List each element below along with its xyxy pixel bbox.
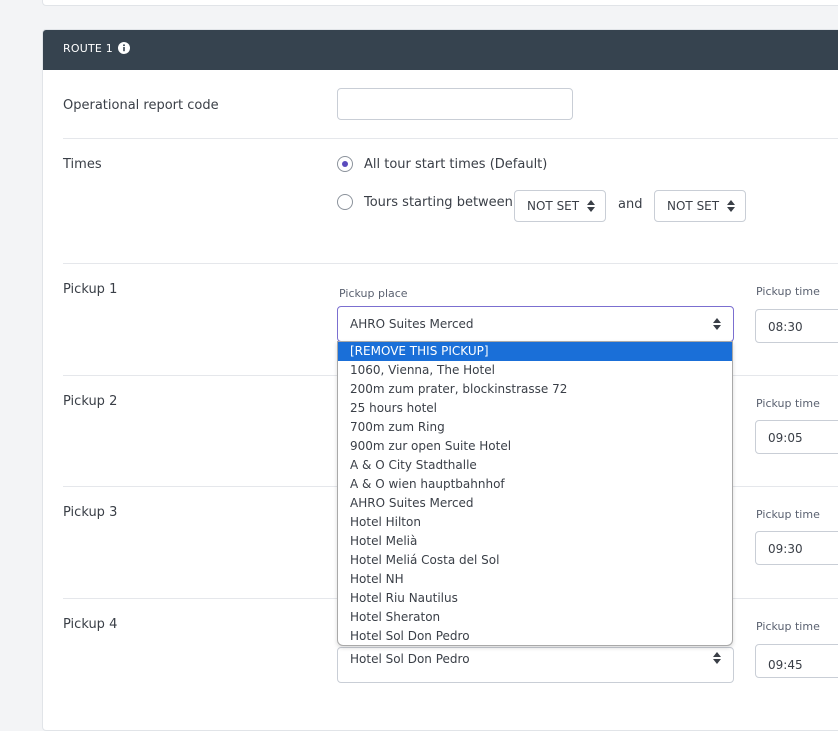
- report-code-input[interactable]: [337, 88, 573, 120]
- dropdown-option[interactable]: Hotel Meliá Costa del Sol: [338, 551, 732, 570]
- pickup-1-label: Pickup 1: [63, 282, 118, 297]
- updown-icon: [713, 318, 721, 330]
- radio-between-times-label: Tours starting between: [364, 195, 513, 210]
- pickup-time-label: Pickup time: [756, 285, 820, 298]
- pickup-place-dropdown[interactable]: [REMOVE THIS PICKUP] 1060, Vienna, The H…: [337, 341, 733, 646]
- between-and-label: and: [618, 197, 643, 212]
- radio-all-times[interactable]: [337, 156, 353, 172]
- dropdown-option[interactable]: Hotel Sol Don Pedro: [338, 627, 732, 645]
- dropdown-option[interactable]: 25 hours hotel: [338, 399, 732, 418]
- divider: [63, 138, 838, 139]
- pickup-2-time-input[interactable]: 09:05: [755, 420, 838, 454]
- updown-icon: [727, 200, 735, 212]
- pickup-4-label: Pickup 4: [63, 617, 118, 632]
- dropdown-option[interactable]: 200m zum prater, blockinstrasse 72: [338, 380, 732, 399]
- dropdown-option[interactable]: A & O wien hauptbahnhof: [338, 475, 732, 494]
- pickup-2-label: Pickup 2: [63, 394, 118, 409]
- route-title: ROUTE 1: [63, 42, 113, 55]
- dropdown-option[interactable]: AHRO Suites Merced: [338, 494, 732, 513]
- pickup-4-place-select[interactable]: Hotel Sol Don Pedro: [337, 647, 734, 683]
- pickup-3-time-input[interactable]: 09:30: [755, 531, 838, 565]
- dropdown-option[interactable]: 1060, Vienna, The Hotel: [338, 361, 732, 380]
- dropdown-option[interactable]: Hotel Hilton: [338, 513, 732, 532]
- dropdown-option[interactable]: Hotel Sheraton: [338, 608, 732, 627]
- report-code-label: Operational report code: [63, 98, 219, 113]
- dropdown-option[interactable]: 900m zur open Suite Hotel: [338, 437, 732, 456]
- pickup-3-label: Pickup 3: [63, 505, 118, 520]
- dropdown-option[interactable]: A & O City Stadthalle: [338, 456, 732, 475]
- radio-between-times[interactable]: [337, 194, 353, 210]
- start-time-from-select[interactable]: NOT SET: [514, 190, 606, 222]
- pickup-4-time-input[interactable]: 09:45: [755, 644, 838, 678]
- dropdown-option[interactable]: 700m zum Ring: [338, 418, 732, 437]
- info-icon[interactable]: [118, 42, 130, 54]
- pickup-time-label: Pickup time: [756, 397, 820, 410]
- pickup-time-label: Pickup time: [756, 620, 820, 633]
- route-header: ROUTE 1: [43, 30, 838, 70]
- previous-card: [42, 0, 838, 6]
- updown-icon: [713, 652, 721, 664]
- pickup-1-time-input[interactable]: 08:30: [755, 309, 838, 343]
- dropdown-option[interactable]: Hotel Melià: [338, 532, 732, 551]
- pickup-1-place-select[interactable]: AHRO Suites Merced: [337, 306, 734, 342]
- pickup-time-label: Pickup time: [756, 508, 820, 521]
- pickup-place-label: Pickup place: [339, 287, 408, 300]
- dropdown-option[interactable]: [REMOVE THIS PICKUP]: [338, 342, 732, 361]
- times-label: Times: [63, 157, 102, 172]
- divider: [63, 263, 838, 264]
- dropdown-option[interactable]: Hotel NH: [338, 570, 732, 589]
- updown-icon: [587, 200, 595, 212]
- dropdown-option[interactable]: Hotel Riu Nautilus: [338, 589, 732, 608]
- radio-all-times-label: All tour start times (Default): [364, 157, 548, 172]
- start-time-to-select[interactable]: NOT SET: [654, 190, 746, 222]
